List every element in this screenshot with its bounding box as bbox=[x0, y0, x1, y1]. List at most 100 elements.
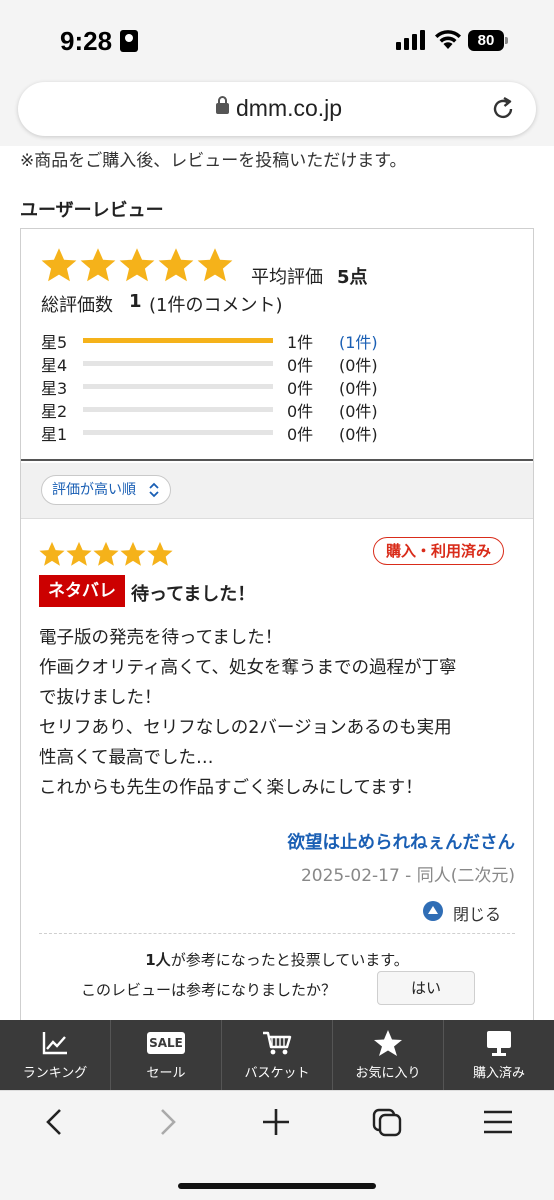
helpful-yes-button[interactable]: はい bbox=[377, 971, 475, 1005]
review-body-line: で抜けました！ bbox=[39, 688, 162, 708]
new-tab-icon[interactable] bbox=[256, 1107, 296, 1137]
review-body-line: セリフあり、セリフなしの2バージョンあるのも実用 bbox=[39, 718, 452, 738]
sort-select[interactable]: 評価が高い順 bbox=[41, 475, 171, 505]
review-body: 電子版の発売を待ってました！ 作画クオリティ高くて、処女を奪うまでの過程が丁寧 … bbox=[39, 623, 519, 803]
status-time: 9:28 bbox=[60, 26, 113, 56]
star-icon bbox=[120, 541, 146, 566]
helpful-question: このレビューは参考になりましたか？ bbox=[81, 981, 337, 999]
collapse-label: 閉じる bbox=[453, 905, 502, 924]
collapse-icon bbox=[423, 901, 443, 921]
spoiler-badge: ネタバレ bbox=[39, 575, 125, 607]
average-stars bbox=[41, 247, 233, 283]
nav-basket[interactable]: バスケット bbox=[222, 1020, 333, 1090]
chevron-updown-icon bbox=[149, 482, 159, 498]
rating-comment-count: (0件) bbox=[339, 356, 378, 375]
review-body-line: これからも先生の作品すごく楽しみにしてます！ bbox=[39, 778, 423, 798]
review-box: 平均評価 5点 総評価数 1 (1件のコメント) 星5 1件 (1件) 星4 0件 (0件… bbox=[20, 228, 534, 1028]
forward-icon[interactable] bbox=[146, 1107, 186, 1137]
status-bar: 9:28 80 bbox=[0, 0, 554, 80]
nav-purchased-label: 購入済み bbox=[472, 1066, 525, 1081]
home-indicator bbox=[178, 1183, 376, 1189]
review-item: 購入・利用済み ネタバレ 待ってました！ 電子版の発売を待ってました！ 作画クオ… bbox=[21, 519, 533, 1029]
rating-count: 0件 bbox=[287, 379, 314, 398]
menu-icon[interactable] bbox=[478, 1107, 518, 1137]
rating-level-label: 星2 bbox=[41, 402, 68, 421]
rating-bar bbox=[83, 384, 273, 389]
section-title: ユーザーレビュー bbox=[20, 200, 164, 221]
bottom-nav: ランキング SALE セール バスケット お気に入り 購入済み bbox=[0, 1020, 554, 1090]
star-icon bbox=[93, 541, 119, 566]
rating-comment-count: (0件) bbox=[339, 379, 378, 398]
star-icon bbox=[41, 248, 77, 282]
star-icon bbox=[80, 248, 116, 282]
average-label: 平均評価 bbox=[251, 267, 323, 288]
url-text: dmm.co.jp bbox=[236, 95, 343, 121]
rating-bar bbox=[83, 338, 273, 343]
browser-address-area: dmm.co.jp bbox=[0, 80, 554, 146]
purchased-badge: 購入・利用済み bbox=[373, 537, 505, 565]
rating-distribution-row: 星2 0件 (0件) bbox=[41, 398, 521, 421]
nav-favorites[interactable]: お気に入り bbox=[333, 1020, 444, 1090]
rating-count: 0件 bbox=[287, 356, 314, 375]
rating-distribution-row: 星3 0件 (0件) bbox=[41, 375, 521, 398]
star-icon bbox=[119, 248, 155, 282]
reload-icon[interactable] bbox=[490, 96, 516, 122]
star-icon bbox=[66, 541, 92, 566]
review-meta: 2025-02-17 - 同人(二次元) bbox=[300, 866, 515, 886]
review-body-line: 電子版の発売を待ってました！ bbox=[39, 628, 283, 648]
rating-count: 0件 bbox=[287, 425, 314, 444]
cellular-signal-icon bbox=[396, 30, 426, 50]
nav-sale-label: セール bbox=[146, 1066, 186, 1081]
review-stars bbox=[39, 541, 173, 567]
total-count-label: 総評価数 bbox=[41, 295, 113, 316]
nav-ranking-label: ランキング bbox=[22, 1066, 88, 1081]
rating-level-label: 星3 bbox=[41, 379, 68, 398]
rating-summary: 平均評価 5点 総評価数 1 (1件のコメント) 星5 1件 (1件) 星4 0件 (0件… bbox=[21, 229, 533, 461]
helpful-vote-suffix: が参考になったと投票しています。 bbox=[170, 951, 409, 969]
star-icon bbox=[147, 541, 173, 566]
cart-icon bbox=[263, 1031, 292, 1055]
star-icon bbox=[197, 248, 233, 282]
rating-distribution-row: 星5 1件 (1件) bbox=[41, 329, 521, 353]
rating-count: 1件 bbox=[287, 333, 314, 352]
id-card-icon bbox=[120, 30, 138, 52]
rating-bar-fill bbox=[83, 338, 273, 343]
sort-area: 評価が高い順 bbox=[21, 463, 533, 519]
rating-level-label: 星4 bbox=[41, 356, 68, 375]
helpful-vote-text: 1人が参考になったと投票しています。 bbox=[21, 949, 533, 970]
divider bbox=[39, 933, 515, 934]
rating-distribution-row: 星1 0件 (0件) bbox=[41, 421, 521, 444]
rating-bar bbox=[83, 407, 273, 412]
rating-comment-count: (0件) bbox=[339, 402, 378, 421]
review-author-link[interactable]: 欲望は止められねぇんださん bbox=[288, 829, 516, 854]
monitor-icon bbox=[487, 1031, 511, 1056]
sort-selected-label: 評価が高い順 bbox=[52, 482, 136, 498]
battery-icon: 80 bbox=[468, 30, 508, 51]
browser-toolbar bbox=[0, 1090, 554, 1200]
rating-distribution-row: 星4 0件 (0件) bbox=[41, 352, 521, 375]
helpful-vote-count: 1人 bbox=[145, 951, 171, 969]
nav-basket-label: バスケット bbox=[244, 1066, 310, 1081]
nav-purchased[interactable]: 購入済み bbox=[444, 1020, 554, 1090]
rating-bar bbox=[83, 361, 273, 366]
address-bar[interactable]: dmm.co.jp bbox=[18, 82, 536, 136]
nav-sale[interactable]: SALE セール bbox=[111, 1020, 222, 1090]
nav-ranking[interactable]: ランキング bbox=[0, 1020, 111, 1090]
rating-comment-count: (0件) bbox=[339, 425, 378, 444]
tabs-icon[interactable] bbox=[368, 1107, 408, 1137]
ranking-chart-icon bbox=[42, 1032, 67, 1055]
star-icon bbox=[39, 541, 65, 566]
sale-icon: SALE bbox=[147, 1032, 185, 1054]
rating-count: 0件 bbox=[287, 402, 314, 421]
review-title: 待ってました！ bbox=[131, 584, 256, 605]
back-icon[interactable] bbox=[36, 1107, 76, 1137]
star-icon bbox=[374, 1030, 402, 1056]
wifi-icon bbox=[435, 30, 461, 49]
rating-comment-count[interactable]: (1件) bbox=[339, 329, 378, 353]
rating-level-label: 星1 bbox=[41, 425, 68, 444]
average-value: 5点 bbox=[337, 267, 368, 288]
lock-icon bbox=[216, 96, 229, 114]
total-count-value: 1 bbox=[129, 291, 142, 312]
review-body-line: 作画クオリティ高くて、処女を奪うまでの過程が丁寧 bbox=[39, 658, 457, 678]
total-comment-count: (1件のコメント) bbox=[149, 295, 283, 316]
